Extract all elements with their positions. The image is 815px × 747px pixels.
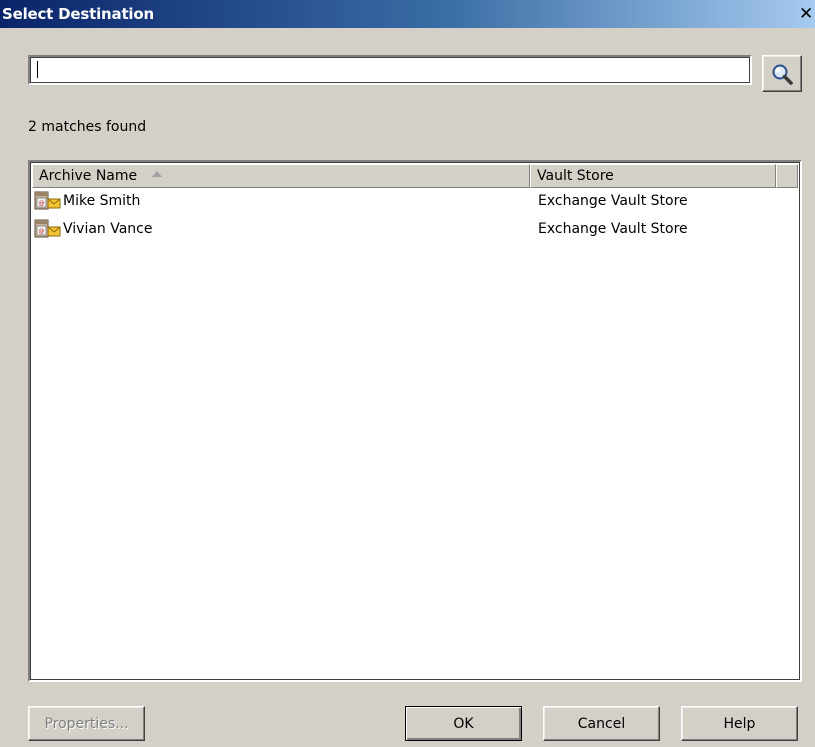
table-row[interactable]: @ Vivian Vance Exchange Vault Store — [32, 218, 798, 246]
cancel-button-label: Cancel — [577, 715, 626, 732]
results-list[interactable]: Archive Name Vault Store @ Mike Smith Ex… — [28, 160, 802, 682]
search-button[interactable] — [762, 55, 802, 92]
svg-text:@: @ — [39, 200, 45, 207]
column-header-archive-name[interactable]: Archive Name — [32, 164, 530, 188]
archive-name-text: Mike Smith — [63, 193, 141, 209]
archive-mailbox-icon: @ — [34, 219, 61, 238]
column-header-label: Vault Store — [537, 168, 614, 184]
matches-status: 2 matches found — [28, 119, 147, 135]
column-header-label: Archive Name — [39, 168, 138, 184]
close-icon[interactable]: ✕ — [799, 5, 815, 23]
help-button-label: Help — [723, 715, 756, 732]
cancel-button[interactable]: Cancel — [543, 706, 660, 741]
help-button[interactable]: Help — [681, 706, 798, 741]
column-header-vault-store[interactable]: Vault Store — [530, 164, 776, 188]
search-icon — [772, 64, 793, 85]
column-header-filler — [776, 164, 798, 188]
sort-ascending-icon — [151, 171, 162, 177]
archive-name-text: Vivian Vance — [63, 221, 153, 237]
vault-store-cell: Exchange Vault Store — [538, 221, 688, 237]
archive-mailbox-icon: @ — [34, 191, 61, 210]
properties-button[interactable]: Properties... — [28, 706, 145, 741]
properties-button-label: Properties... — [44, 715, 129, 732]
title-bar: Select Destination ✕ — [0, 0, 815, 28]
text-caret — [37, 61, 38, 78]
archive-name-cell: @ Mike Smith — [34, 190, 140, 212]
ok-button-label: OK — [453, 715, 474, 732]
search-input[interactable] — [28, 55, 752, 85]
vault-store-cell: Exchange Vault Store — [538, 193, 688, 209]
ok-button[interactable]: OK — [405, 706, 522, 741]
archive-name-cell: @ Vivian Vance — [34, 218, 153, 240]
svg-text:@: @ — [39, 228, 45, 235]
window-title: Select Destination — [2, 5, 154, 23]
list-rows: @ Mike Smith Exchange Vault Store @ Vivi — [32, 190, 798, 246]
table-row[interactable]: @ Mike Smith Exchange Vault Store — [32, 190, 798, 218]
list-header: Archive Name Vault Store — [32, 164, 798, 188]
